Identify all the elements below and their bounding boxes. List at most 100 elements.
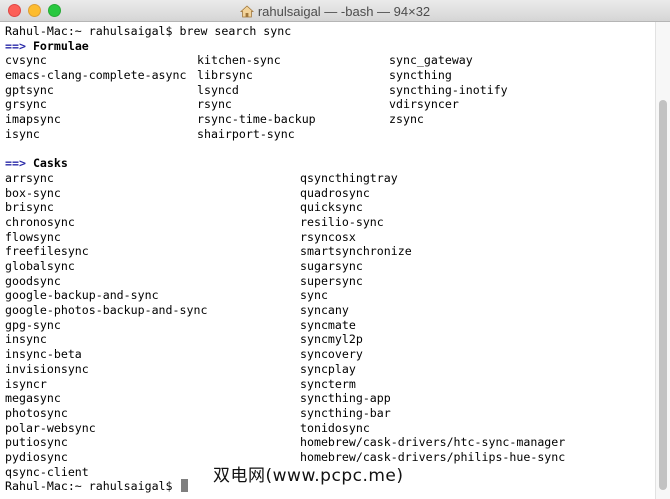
- cask-item: rsyncosx: [300, 229, 356, 244]
- cask-item: goodsync: [5, 273, 61, 288]
- formula-item: zsync: [389, 112, 424, 127]
- cask-item: homebrew/cask-drivers/htc-sync-manager: [300, 435, 566, 450]
- formula-row: gptsync lsyncd syncthing-inotify: [5, 83, 655, 98]
- cask-row: globalsync sugarsync: [5, 259, 655, 274]
- casks-header-line: ==> Casks: [5, 156, 655, 171]
- cask-row: flowsync rsyncosx: [5, 230, 655, 245]
- formula-row: imapsync rsync-time-backup zsync: [5, 112, 655, 127]
- formula-item: isync: [5, 126, 40, 141]
- cask-item: putiosync: [5, 435, 68, 450]
- cask-item: isyncr: [5, 376, 47, 391]
- formula-item: imapsync: [5, 112, 61, 127]
- cask-row: photosync syncthing-bar: [5, 406, 655, 421]
- prompt-text: Rahul-Mac:~ rahulsaigal$: [5, 24, 173, 38]
- cask-item: polar-websync: [5, 420, 96, 435]
- formula-item: rsync: [197, 97, 232, 112]
- cask-item: google-backup-and-sync: [5, 288, 159, 303]
- cask-item: sugarsync: [300, 259, 363, 273]
- cask-item: syncthing-bar: [300, 405, 391, 420]
- formula-item: kitchen-sync: [197, 53, 281, 68]
- cask-row: polar-websync tonidosync: [5, 421, 655, 436]
- cask-item: smartsynchronize: [300, 244, 412, 259]
- formula-row: emacs-clang-complete-async librsync syncth…: [5, 68, 655, 83]
- window-title-wrap: rahulsaigal — -bash — 94×32: [0, 0, 670, 22]
- cask-item: sync: [300, 288, 328, 303]
- scrollbar-thumb[interactable]: [659, 100, 667, 490]
- formula-item: rsync-time-backup: [197, 112, 316, 127]
- formula-item: librsync: [197, 68, 253, 83]
- formula-item: [389, 127, 589, 142]
- command-text: brew search sync: [179, 24, 292, 38]
- cask-row: chronosync resilio-sync: [5, 215, 655, 230]
- cask-row: arrsync qsyncthingtray: [5, 171, 655, 186]
- text-cursor: [180, 479, 188, 493]
- cask-item: chronosync: [5, 214, 75, 229]
- cask-item: supersync: [300, 273, 363, 288]
- formula-item: vdirsyncer: [389, 97, 459, 112]
- home-folder-icon: [239, 4, 254, 17]
- formula-item: emacs-clang-complete-async: [5, 68, 187, 83]
- cask-row: goodsync supersync: [5, 274, 655, 289]
- cask-item: syncmate: [300, 317, 356, 332]
- cask-item: flowsync: [5, 229, 61, 244]
- cask-item: syncmyl2p: [300, 332, 363, 347]
- cask-row: google-backup-and-sync sync: [5, 288, 655, 303]
- cask-row: insync-beta syncovery: [5, 347, 655, 362]
- vertical-scrollbar[interactable]: [655, 22, 670, 499]
- cask-row: brisync quicksync: [5, 200, 655, 215]
- cask-item: quadrosync: [300, 185, 370, 200]
- cask-item: syncany: [300, 303, 349, 318]
- cask-item: invisionsync: [5, 361, 89, 376]
- cask-item: google-photos-backup-and-sync: [5, 303, 208, 318]
- formula-row: grsync rsync vdirsyncer: [5, 97, 655, 112]
- cask-item: quicksync: [300, 200, 363, 215]
- cask-item: freefilesync: [5, 244, 89, 259]
- command-line: Rahul-Mac:~ rahulsaigal$ brew search syn…: [5, 24, 655, 39]
- formula-row: cvsync kitchen-sync sync_gateway: [5, 53, 655, 68]
- terminal-window: rahulsaigal — -bash — 94×32 Rahul-Mac:~ …: [0, 0, 670, 499]
- cask-item: resilio-sync: [300, 214, 384, 229]
- formula-item: syncthing-inotify: [389, 82, 508, 97]
- cask-item: syncterm: [300, 376, 356, 391]
- cask-item: syncplay: [300, 361, 356, 376]
- formulae-header: Formulae: [32, 38, 89, 53]
- formula-item: grsync: [5, 97, 47, 112]
- cask-item: insync-beta: [5, 347, 82, 362]
- cask-row: insync syncmyl2p: [5, 332, 655, 347]
- section-arrow: ==>: [5, 38, 26, 53]
- watermark: 双电网(www.pcpc.me): [213, 466, 404, 486]
- cask-item: globalsync: [5, 259, 75, 273]
- formula-item: gptsync: [5, 82, 54, 97]
- formula-row: isync shairport-sync: [5, 127, 655, 142]
- formula-item: cvsync: [5, 53, 47, 68]
- title-bar[interactable]: rahulsaigal — -bash — 94×32: [0, 0, 670, 22]
- cask-item: box-sync: [5, 185, 61, 200]
- cask-item: arrsync: [5, 170, 54, 185]
- formula-item: sync_gateway: [389, 53, 473, 68]
- casks-header: Casks: [32, 156, 68, 171]
- cask-row: gpg-sync syncmate: [5, 318, 655, 333]
- cask-row: megasync syncthing-app: [5, 391, 655, 406]
- cask-row: invisionsync syncplay: [5, 362, 655, 377]
- cask-item: tonidosync: [300, 420, 370, 435]
- cask-item: syncovery: [300, 347, 363, 362]
- formula-item: syncthing: [389, 68, 452, 83]
- formula-item: lsyncd: [197, 82, 239, 97]
- cask-row: freefilesync smartsynchronize: [5, 244, 655, 259]
- cask-item: megasync: [5, 391, 61, 406]
- cask-item: brisync: [5, 200, 54, 215]
- cask-item: photosync: [5, 405, 68, 420]
- formulae-header-line: ==> Formulae: [5, 39, 655, 54]
- cask-item: qsyncthingtray: [300, 170, 398, 185]
- cask-row: putiosync homebrew/cask-drivers/htc-sync-…: [5, 435, 655, 450]
- prompt-text: Rahul-Mac:~ rahulsaigal$: [5, 479, 173, 494]
- cask-row: isyncr syncterm: [5, 377, 655, 392]
- formula-item: shairport-sync: [197, 126, 295, 141]
- cask-item: gpg-sync: [5, 317, 61, 332]
- cask-item: syncthing-app: [300, 391, 391, 406]
- cask-row: google-photos-backup-and-sync syncany: [5, 303, 655, 318]
- cask-row: box-sync quadrosync: [5, 186, 655, 201]
- cask-item: insync: [5, 332, 47, 347]
- terminal-output[interactable]: Rahul-Mac:~ rahulsaigal$ brew search syn…: [0, 22, 655, 499]
